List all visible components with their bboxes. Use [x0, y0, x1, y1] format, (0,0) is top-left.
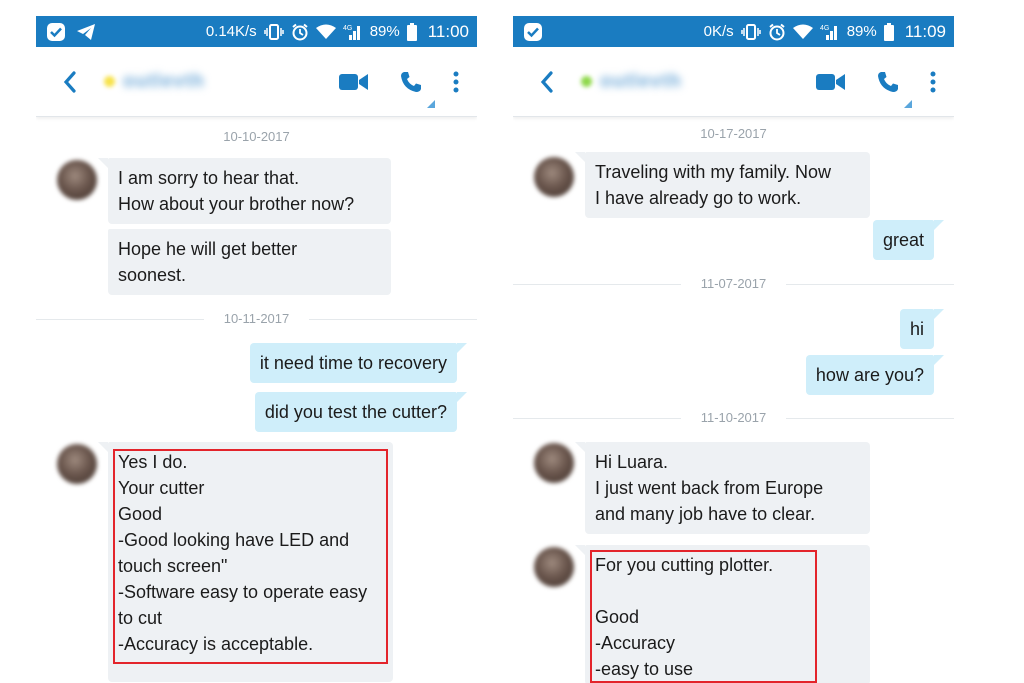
vibrate-icon: [740, 23, 761, 41]
wifi-icon: [315, 24, 336, 40]
video-call-icon[interactable]: [816, 72, 846, 92]
message-bubble-incoming[interactable]: Hi Luara. I just went back from Europe a…: [575, 442, 870, 534]
chat-header: outlevth: [36, 47, 477, 117]
clock: 11:00: [427, 21, 469, 41]
date-separator: 11-10-2017: [513, 410, 954, 425]
back-arrow-icon[interactable]: [58, 70, 82, 94]
message-bubble-incoming[interactable]: Yes I do. Your cutter Good -Good looking…: [98, 442, 393, 682]
status-bar: 0K/s 4G 89% 11:09: [513, 16, 954, 47]
battery-level: 89%: [846, 23, 877, 40]
battery-icon: [883, 22, 894, 41]
date-separator: 11-07-2017: [513, 276, 954, 291]
back-arrow-icon[interactable]: [535, 70, 559, 94]
telegram-icon: [76, 23, 96, 41]
battery-icon: [406, 22, 417, 41]
signal-4g-icon: 4G: [820, 23, 840, 41]
voice-call-icon[interactable]: [876, 70, 912, 108]
signal-4g-icon: 4G: [343, 23, 363, 41]
svg-text:4G: 4G: [343, 25, 352, 32]
wifi-icon: [792, 24, 813, 40]
network-speed: 0.14K/s: [205, 23, 257, 40]
contact-name[interactable]: outlevth: [123, 71, 205, 93]
more-options-icon[interactable]: [453, 71, 459, 93]
clock: 11:09: [904, 21, 946, 41]
message-bubble-outgoing[interactable]: great: [872, 220, 945, 260]
skype-notification-icon: [523, 22, 543, 42]
alarm-icon: [768, 23, 786, 41]
avatar[interactable]: [534, 547, 574, 587]
voice-call-icon[interactable]: [399, 70, 435, 108]
date-separator: 10-17-2017: [700, 126, 767, 141]
skype-notification-icon: [46, 22, 66, 42]
chat-screen-left: 0.14K/s 4G 89% 11:00 outlevth 10-10-2017…: [36, 16, 477, 683]
svg-text:4G: 4G: [820, 25, 829, 32]
message-bubble-incoming[interactable]: Hope he will get better soonest.: [108, 229, 391, 295]
avatar[interactable]: [534, 443, 574, 483]
message-bubble-incoming[interactable]: Traveling with my family. Now I have alr…: [575, 152, 870, 218]
avatar[interactable]: [534, 157, 574, 197]
date-separator: 10-11-2017: [36, 311, 477, 326]
avatar[interactable]: [57, 160, 97, 200]
battery-level: 89%: [369, 23, 400, 40]
status-bar: 0.14K/s 4G 89% 11:00: [36, 16, 477, 47]
presence-status-icon: [581, 76, 592, 87]
message-bubble-incoming[interactable]: For you cutting plotter. Good -Accuracy …: [575, 545, 870, 683]
video-call-icon[interactable]: [339, 72, 369, 92]
chat-screen-right: 0K/s 4G 89% 11:09 outlevth 10-17-2017 Tr…: [513, 16, 954, 683]
more-options-icon[interactable]: [930, 71, 936, 93]
avatar[interactable]: [57, 444, 97, 484]
message-bubble-outgoing[interactable]: it need time to recovery: [249, 343, 468, 383]
message-list[interactable]: 10-17-2017 Traveling with my family. Now…: [513, 117, 954, 683]
message-list[interactable]: 10-10-2017 I am sorry to hear that. How …: [36, 117, 477, 683]
message-bubble-outgoing[interactable]: hi: [899, 309, 945, 349]
date-separator: 10-10-2017: [223, 129, 290, 144]
message-bubble-outgoing[interactable]: did you test the cutter?: [254, 392, 468, 432]
network-speed: 0K/s: [703, 23, 734, 40]
message-bubble-outgoing[interactable]: how are you?: [805, 355, 945, 395]
vibrate-icon: [263, 23, 284, 41]
message-bubble-incoming[interactable]: I am sorry to hear that. How about your …: [98, 158, 391, 224]
chat-header: outlevth: [513, 47, 954, 117]
contact-name[interactable]: outlevth: [600, 71, 682, 93]
presence-status-icon: [104, 76, 115, 87]
alarm-icon: [291, 23, 309, 41]
